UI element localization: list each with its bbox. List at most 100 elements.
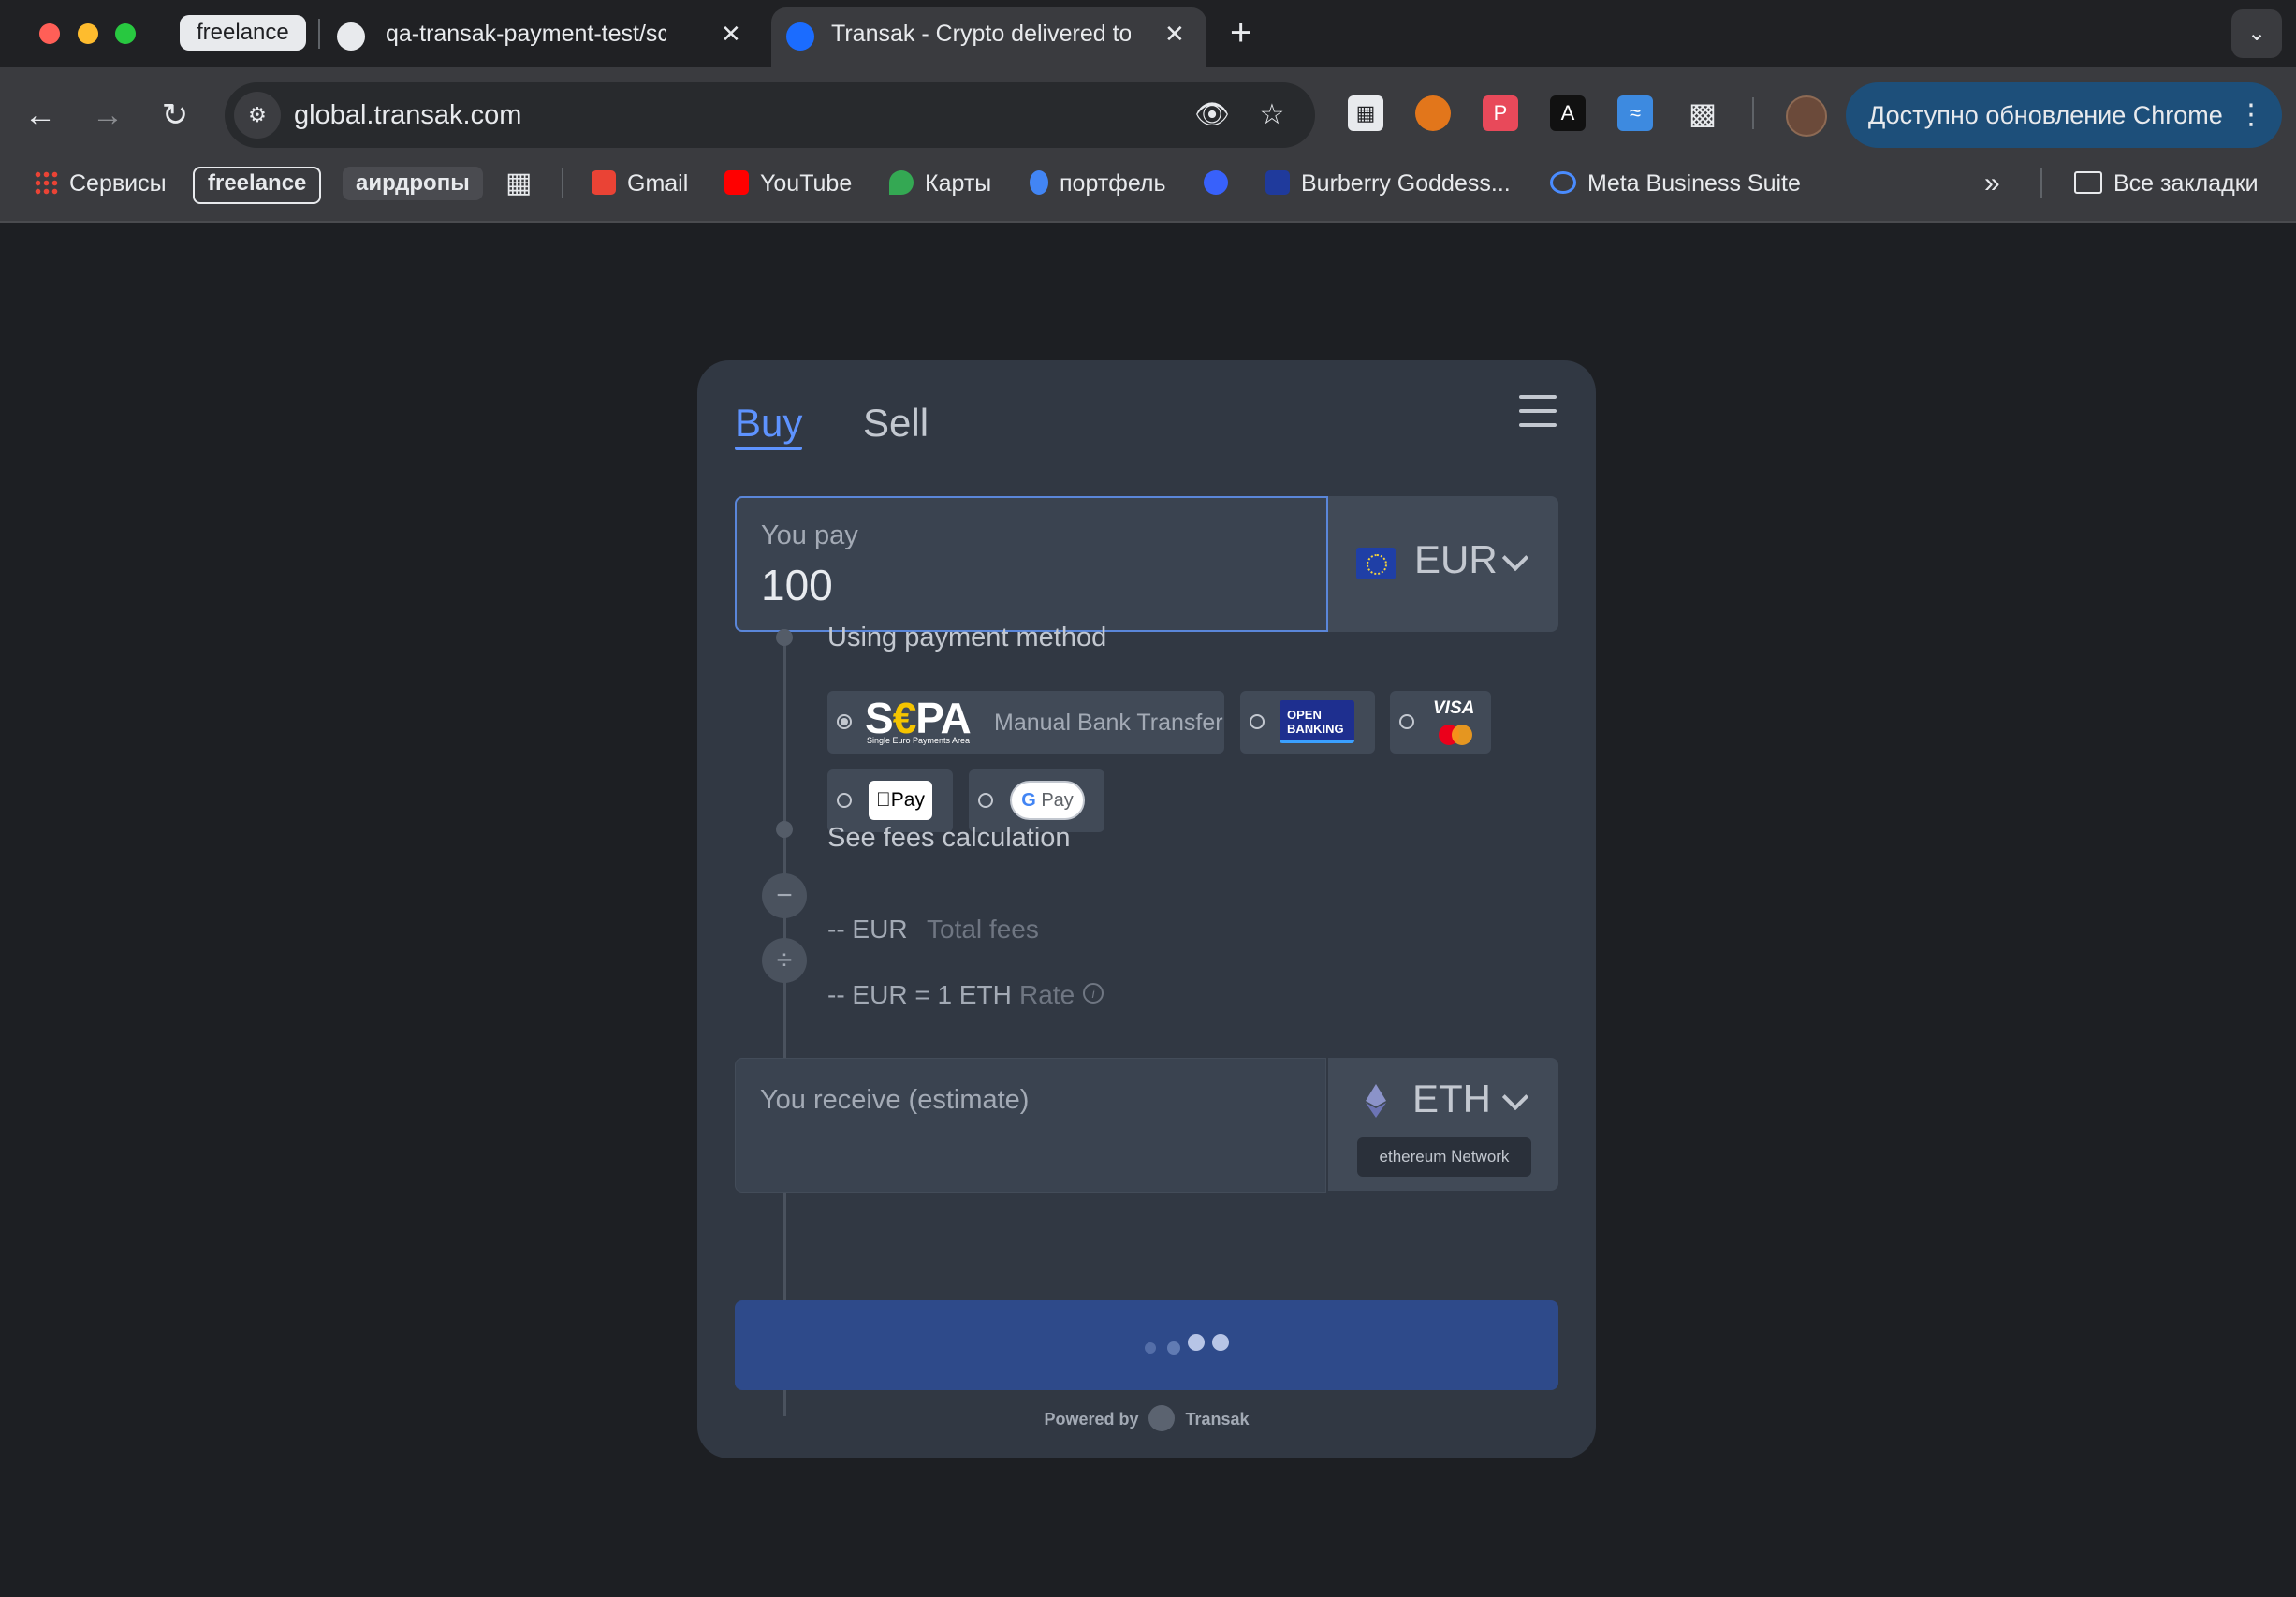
open-banking-logo: OPEN BANKING [1280, 700, 1354, 743]
p-extension-icon[interactable]: P [1483, 95, 1518, 131]
window-maximize-button[interactable] [115, 23, 136, 44]
apple-pay-text: Pay [883, 789, 925, 811]
you-pay-input[interactable]: 100 [761, 560, 833, 610]
apps-grid-icon [34, 170, 58, 196]
powered-by-brand: Transak [1185, 1410, 1250, 1429]
maps-pin-icon [889, 170, 914, 196]
radio-unselected[interactable] [1399, 714, 1414, 729]
window-close-button[interactable] [39, 23, 60, 44]
new-tab-button[interactable]: + [1230, 9, 1251, 56]
a-extension-icon[interactable]: A [1550, 95, 1586, 131]
tab-strip: freelance qa-transak-payment-test/scr ✕ … [0, 0, 2296, 67]
profile-avatar[interactable] [1786, 95, 1827, 137]
bookmark-folder-airdrops[interactable]: аирдропы [343, 167, 483, 200]
bookmark-coinmarketcap[interactable] [1204, 161, 1228, 206]
loading-dot [1188, 1334, 1205, 1351]
crypto-currency-code: ETH [1412, 1077, 1491, 1121]
bookmark-youtube[interactable]: YouTube [724, 161, 852, 206]
tab-search-button[interactable]: ⌄ [2231, 9, 2282, 58]
bookmark-meta[interactable]: Meta Business Suite [1550, 161, 1801, 206]
blue-extension-icon[interactable]: ≈ [1617, 95, 1653, 131]
radio-selected[interactable] [837, 714, 852, 729]
toolbar-separator [1752, 97, 1754, 129]
loading-dot [1167, 1341, 1180, 1355]
bookmark-apps[interactable]: Сервисы [34, 161, 167, 206]
tab-close-icon[interactable]: ✕ [721, 7, 741, 60]
qr-code-extension-icon[interactable]: ▦ [1348, 95, 1383, 131]
site-info-icon[interactable]: ⚙ [234, 92, 281, 139]
transak-widget: Buy Sell You pay 100 EUR − ÷ Using payme… [697, 360, 1596, 1458]
metamask-extension-icon[interactable] [1415, 95, 1451, 131]
browser-chrome: freelance qa-transak-payment-test/scr ✕ … [0, 0, 2296, 222]
payment-option-card[interactable]: VISA [1390, 691, 1491, 754]
window-minimize-button[interactable] [78, 23, 98, 44]
you-receive-label: You receive (estimate) [760, 1085, 1030, 1115]
crypto-currency-selector[interactable]: ETH ethereum Network [1328, 1058, 1558, 1191]
back-button[interactable]: ← [17, 92, 64, 139]
minus-icon: − [762, 873, 807, 918]
extensions-puzzle-icon[interactable]: ▩ [1685, 95, 1720, 131]
chrome-update-button[interactable]: Доступно обновление Chrome ⋮ [1846, 82, 2282, 148]
bookmark-label: Meta Business Suite [1587, 170, 1801, 197]
transak-favicon-icon [786, 22, 814, 51]
bookmark-burberry[interactable]: Burberry Goddess... [1265, 161, 1511, 206]
radio-unselected[interactable] [1250, 714, 1265, 729]
rate-label: Rate [1019, 980, 1075, 1009]
bookmark-label: портфель [1060, 170, 1166, 197]
folder-icon [2074, 171, 2102, 195]
drop-icon [1030, 170, 1048, 196]
eye-off-icon[interactable]: 👁 [1189, 92, 1236, 139]
hamburger-menu-icon[interactable] [1519, 395, 1557, 429]
chevron-down-icon [1501, 1083, 1529, 1111]
timeline-dot [776, 629, 793, 646]
sepa-logo: S€PA Single Euro Payments Area [865, 694, 983, 745]
tab-close-icon[interactable]: ✕ [1164, 7, 1185, 60]
bookmarks-bar: Сервисы freelance аирдропы ▦ Gmail YouTu… [0, 161, 2296, 206]
bookmark-star-icon[interactable]: ☆ [1249, 92, 1295, 139]
bookmark-separator [562, 168, 563, 198]
total-fees-value: -- EUR [827, 915, 908, 944]
bookmark-label: Burberry Goddess... [1301, 170, 1511, 197]
radio-unselected[interactable] [837, 793, 852, 808]
radio-unselected[interactable] [978, 793, 993, 808]
info-icon[interactable]: i [1083, 983, 1104, 1004]
timeline-line [783, 634, 786, 1416]
forward-button[interactable]: → [84, 92, 131, 139]
reload-button[interactable]: ↻ [152, 92, 198, 139]
sepa-option-label: Manual Bank Transfer [994, 710, 1223, 736]
tab-sell[interactable]: Sell [863, 395, 929, 451]
mastercard-icon [1452, 725, 1472, 745]
bookmark-gmail[interactable]: Gmail [592, 161, 688, 206]
see-fees-link[interactable]: See fees calculation [827, 823, 1071, 854]
chevron-down-icon [1501, 544, 1529, 572]
you-receive-field[interactable]: You receive (estimate) [735, 1058, 1326, 1193]
fiat-currency-selector[interactable]: EUR [1328, 496, 1558, 632]
bookmarks-overflow-icon[interactable]: » [1984, 161, 2000, 206]
bookmark-label: YouTube [760, 170, 853, 197]
bookmark-maps[interactable]: Карты [889, 161, 991, 206]
bookmark-folder-freelance[interactable]: freelance [193, 167, 322, 204]
url-text[interactable]: global.transak.com [294, 82, 521, 148]
payment-option-sepa[interactable]: S€PA Single Euro Payments Area Manual Ba… [827, 691, 1224, 754]
chrome-divider [0, 221, 2296, 223]
loading-dot [1145, 1342, 1156, 1354]
fiat-currency-code: EUR [1414, 537, 1498, 581]
tab-title: Transak - Crypto delivered to [831, 21, 1131, 47]
github-icon [337, 22, 365, 51]
tab-transak[interactable]: Transak - Crypto delivered to ✕ [771, 7, 1206, 67]
buy-cta-button[interactable] [735, 1300, 1558, 1390]
tab-buy[interactable]: Buy [735, 395, 802, 451]
open-banking-line1: OPEN [1287, 708, 1322, 722]
you-pay-field[interactable]: You pay 100 [735, 496, 1328, 632]
active-tab-indicator [735, 447, 802, 450]
address-bar[interactable]: ⚙ global.transak.com 👁 ☆ [225, 82, 1315, 148]
bookmark-label: Все закладки [2113, 170, 2259, 197]
visa-logo-text: VISA [1433, 698, 1475, 718]
more-menu-icon[interactable]: ⋮ [2237, 82, 2265, 148]
tab-github[interactable]: qa-transak-payment-test/scr ✕ [337, 7, 763, 67]
tab-group-label[interactable]: freelance [180, 15, 306, 51]
bookmark-portfolio[interactable]: портфель [1030, 161, 1166, 206]
payment-option-open-banking[interactable]: OPEN BANKING [1240, 691, 1375, 754]
bookmark-all[interactable]: Все закладки [2074, 161, 2259, 206]
tab-groups-grid-icon[interactable]: ▦ [505, 161, 532, 206]
